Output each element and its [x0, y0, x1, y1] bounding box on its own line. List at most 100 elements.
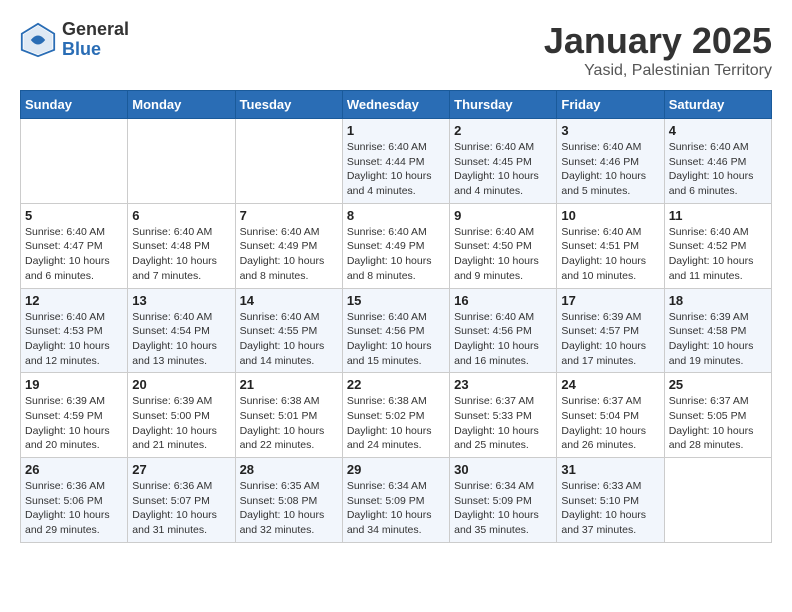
table-row: 14 Sunrise: 6:40 AM Sunset: 4:55 PM Dayli…: [235, 288, 342, 373]
days-header-row: Sunday Monday Tuesday Wednesday Thursday…: [21, 91, 772, 119]
day-info: Sunrise: 6:38 AM Sunset: 5:01 PM Dayligh…: [240, 394, 338, 453]
day-number: 2: [454, 123, 552, 138]
day-number: 14: [240, 293, 338, 308]
day-info: Sunrise: 6:36 AM Sunset: 5:06 PM Dayligh…: [25, 479, 123, 538]
day-number: 31: [561, 462, 659, 477]
title-block: January 2025 Yasid, Palestinian Territor…: [544, 20, 772, 80]
table-row: [128, 119, 235, 204]
table-row: 13 Sunrise: 6:40 AM Sunset: 4:54 PM Dayli…: [128, 288, 235, 373]
day-number: 12: [25, 293, 123, 308]
day-info: Sunrise: 6:39 AM Sunset: 5:00 PM Dayligh…: [132, 394, 230, 453]
table-row: 29 Sunrise: 6:34 AM Sunset: 5:09 PM Dayli…: [342, 458, 449, 543]
day-info: Sunrise: 6:40 AM Sunset: 4:49 PM Dayligh…: [347, 225, 445, 284]
table-row: 27 Sunrise: 6:36 AM Sunset: 5:07 PM Dayli…: [128, 458, 235, 543]
day-number: 9: [454, 208, 552, 223]
day-info: Sunrise: 6:40 AM Sunset: 4:51 PM Dayligh…: [561, 225, 659, 284]
day-number: 24: [561, 377, 659, 392]
calendar-week-row: 12Sunrise: 6:40 AM Sunset: 4:53 PM Dayli…: [21, 288, 772, 373]
calendar-week-row: 1 Sunrise: 6:40 AM Sunset: 4:44 PM Daylig…: [21, 119, 772, 204]
header-tuesday: Tuesday: [235, 91, 342, 119]
day-number: 7: [240, 208, 338, 223]
calendar-week-row: 5 Sunrise: 6:40 AM Sunset: 4:47 PM Daylig…: [21, 203, 772, 288]
day-info: Sunrise: 6:38 AM Sunset: 5:02 PM Dayligh…: [347, 394, 445, 453]
day-number: 11: [669, 208, 767, 223]
day-number: 19: [25, 377, 123, 392]
day-number: 15: [347, 293, 445, 308]
day-info: Sunrise: 6:34 AM Sunset: 5:09 PM Dayligh…: [347, 479, 445, 538]
day-info: Sunrise: 6:40 AM Sunset: 4:46 PM Dayligh…: [561, 140, 659, 199]
day-info: Sunrise: 6:40 AM Sunset: 4:55 PM Dayligh…: [240, 310, 338, 369]
table-row: [664, 458, 771, 543]
table-row: [235, 119, 342, 204]
table-row: 15 Sunrise: 6:40 AM Sunset: 4:56 PM Dayli…: [342, 288, 449, 373]
table-row: 5 Sunrise: 6:40 AM Sunset: 4:47 PM Daylig…: [21, 203, 128, 288]
table-row: 23Sunrise: 6:37 AM Sunset: 5:33 PM Dayli…: [450, 373, 557, 458]
day-number: 8: [347, 208, 445, 223]
table-row: 9Sunrise: 6:40 AM Sunset: 4:50 PM Daylig…: [450, 203, 557, 288]
day-info: Sunrise: 6:39 AM Sunset: 4:59 PM Dayligh…: [25, 394, 123, 453]
day-number: 1: [347, 123, 445, 138]
day-info: Sunrise: 6:40 AM Sunset: 4:46 PM Dayligh…: [669, 140, 767, 199]
calendar-week-row: 26 Sunrise: 6:36 AM Sunset: 5:06 PM Dayli…: [21, 458, 772, 543]
day-number: 26: [25, 462, 123, 477]
table-row: 25Sunrise: 6:37 AM Sunset: 5:05 PM Dayli…: [664, 373, 771, 458]
table-row: 28 Sunrise: 6:35 AM Sunset: 5:08 PM Dayli…: [235, 458, 342, 543]
table-row: 4Sunrise: 6:40 AM Sunset: 4:46 PM Daylig…: [664, 119, 771, 204]
day-number: 22: [347, 377, 445, 392]
day-number: 20: [132, 377, 230, 392]
day-info: Sunrise: 6:37 AM Sunset: 5:33 PM Dayligh…: [454, 394, 552, 453]
table-row: 31 Sunrise: 6:33 AM Sunset: 5:10 PM Dayli…: [557, 458, 664, 543]
day-number: 28: [240, 462, 338, 477]
logo: General Blue: [20, 20, 129, 60]
table-row: 17Sunrise: 6:39 AM Sunset: 4:57 PM Dayli…: [557, 288, 664, 373]
table-row: 6 Sunrise: 6:40 AM Sunset: 4:48 PM Daylig…: [128, 203, 235, 288]
day-info: Sunrise: 6:40 AM Sunset: 4:56 PM Dayligh…: [347, 310, 445, 369]
header-saturday: Saturday: [664, 91, 771, 119]
table-row: 10 Sunrise: 6:40 AM Sunset: 4:51 PM Dayli…: [557, 203, 664, 288]
day-info: Sunrise: 6:40 AM Sunset: 4:56 PM Dayligh…: [454, 310, 552, 369]
table-row: 8 Sunrise: 6:40 AM Sunset: 4:49 PM Daylig…: [342, 203, 449, 288]
day-info: Sunrise: 6:40 AM Sunset: 4:48 PM Dayligh…: [132, 225, 230, 284]
logo-blue-text: Blue: [62, 40, 129, 60]
day-info: Sunrise: 6:40 AM Sunset: 4:54 PM Dayligh…: [132, 310, 230, 369]
day-info: Sunrise: 6:40 AM Sunset: 4:45 PM Dayligh…: [454, 140, 552, 199]
day-number: 16: [454, 293, 552, 308]
day-number: 29: [347, 462, 445, 477]
day-number: 27: [132, 462, 230, 477]
table-row: 11Sunrise: 6:40 AM Sunset: 4:52 PM Dayli…: [664, 203, 771, 288]
day-number: 3: [561, 123, 659, 138]
day-number: 6: [132, 208, 230, 223]
day-number: 13: [132, 293, 230, 308]
table-row: 21 Sunrise: 6:38 AM Sunset: 5:01 PM Dayli…: [235, 373, 342, 458]
day-number: 25: [669, 377, 767, 392]
table-row: 1 Sunrise: 6:40 AM Sunset: 4:44 PM Daylig…: [342, 119, 449, 204]
day-number: 5: [25, 208, 123, 223]
table-row: 7Sunrise: 6:40 AM Sunset: 4:49 PM Daylig…: [235, 203, 342, 288]
header-monday: Monday: [128, 91, 235, 119]
table-row: 26 Sunrise: 6:36 AM Sunset: 5:06 PM Dayli…: [21, 458, 128, 543]
table-row: 16 Sunrise: 6:40 AM Sunset: 4:56 PM Dayli…: [450, 288, 557, 373]
table-row: 3 Sunrise: 6:40 AM Sunset: 4:46 PM Daylig…: [557, 119, 664, 204]
calendar-subtitle: Yasid, Palestinian Territory: [544, 62, 772, 80]
table-row: 22 Sunrise: 6:38 AM Sunset: 5:02 PM Dayli…: [342, 373, 449, 458]
table-row: 12Sunrise: 6:40 AM Sunset: 4:53 PM Dayli…: [21, 288, 128, 373]
day-info: Sunrise: 6:36 AM Sunset: 5:07 PM Dayligh…: [132, 479, 230, 538]
table-row: 24 Sunrise: 6:37 AM Sunset: 5:04 PM Dayli…: [557, 373, 664, 458]
day-info: Sunrise: 6:40 AM Sunset: 4:47 PM Dayligh…: [25, 225, 123, 284]
header-sunday: Sunday: [21, 91, 128, 119]
day-number: 10: [561, 208, 659, 223]
day-info: Sunrise: 6:35 AM Sunset: 5:08 PM Dayligh…: [240, 479, 338, 538]
header-thursday: Thursday: [450, 91, 557, 119]
day-info: Sunrise: 6:37 AM Sunset: 5:04 PM Dayligh…: [561, 394, 659, 453]
day-number: 30: [454, 462, 552, 477]
logo-icon: [20, 22, 56, 58]
day-info: Sunrise: 6:33 AM Sunset: 5:10 PM Dayligh…: [561, 479, 659, 538]
day-number: 18: [669, 293, 767, 308]
day-info: Sunrise: 6:40 AM Sunset: 4:44 PM Dayligh…: [347, 140, 445, 199]
day-info: Sunrise: 6:39 AM Sunset: 4:58 PM Dayligh…: [669, 310, 767, 369]
page-header: General Blue January 2025 Yasid, Palesti…: [20, 20, 772, 80]
day-number: 21: [240, 377, 338, 392]
table-row: 20 Sunrise: 6:39 AM Sunset: 5:00 PM Dayli…: [128, 373, 235, 458]
table-row: 30Sunrise: 6:34 AM Sunset: 5:09 PM Dayli…: [450, 458, 557, 543]
table-row: 18 Sunrise: 6:39 AM Sunset: 4:58 PM Dayli…: [664, 288, 771, 373]
